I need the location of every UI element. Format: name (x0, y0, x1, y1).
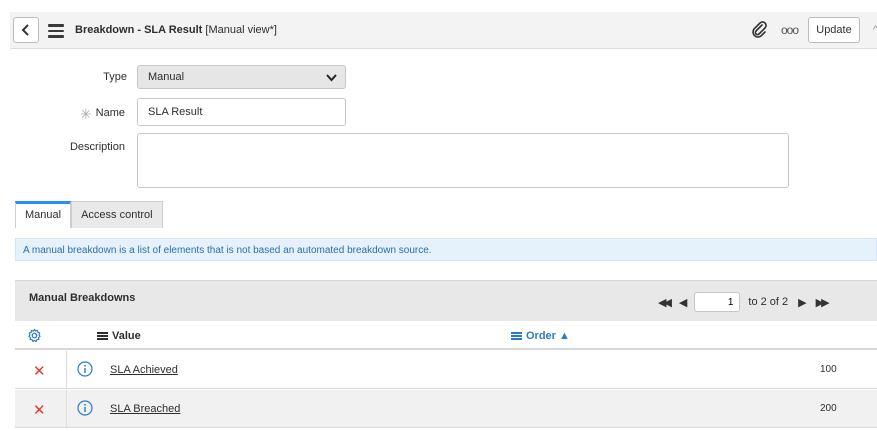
back-button[interactable] (13, 17, 39, 43)
page-number-input[interactable] (694, 292, 741, 312)
column-menu-icon[interactable] (511, 331, 522, 341)
paperclip-icon[interactable] (750, 21, 768, 39)
page-range-text: to 2 of 2 (748, 296, 789, 308)
info-icon[interactable] (77, 400, 93, 416)
value-link[interactable]: SLA Achieved (110, 364, 178, 376)
order-cell: 200 (820, 403, 837, 414)
info-message: A manual breakdown is a list of elements… (15, 238, 877, 261)
gear-icon[interactable] (27, 328, 42, 343)
last-page-icon[interactable]: ▶▶ (816, 296, 830, 309)
more-options-button[interactable]: ooo (781, 23, 799, 37)
related-list-title: Manual Breakdowns (29, 292, 136, 304)
order-cell: 100 (820, 364, 837, 375)
previous-page-icon[interactable]: ◀ (679, 296, 688, 309)
page-title: Breakdown - SLA Result [Manual view*] (75, 24, 277, 36)
column-order-label: Order ▲ (526, 330, 570, 342)
form-header: Breakdown - SLA Result [Manual view*] oo… (10, 12, 877, 49)
next-page-icon[interactable]: ▶ (798, 296, 807, 309)
info-icon[interactable] (77, 361, 93, 377)
chevron-left-icon (21, 24, 29, 36)
column-header-value[interactable]: Value (97, 330, 141, 342)
record-title: Breakdown - SLA Result (75, 24, 203, 36)
view-name: [Manual view*] (202, 24, 277, 36)
pagination: ◀◀ ◀ to 2 of 2 ▶ ▶▶ (658, 292, 837, 312)
chevron-down-icon (326, 74, 337, 82)
form-menu-icon[interactable] (48, 24, 64, 38)
name-field[interactable]: SLA Result (137, 98, 346, 126)
first-page-icon[interactable]: ◀◀ (658, 296, 672, 309)
delete-row-icon[interactable]: ✕ (33, 401, 46, 419)
description-field[interactable] (137, 133, 789, 188)
column-value-label: Value (112, 330, 141, 342)
column-header-order[interactable]: Order ▲ (511, 330, 570, 342)
update-button[interactable]: Update (808, 17, 860, 43)
list-column-headers: Value Order ▲ (15, 322, 877, 350)
table-row: ✕ SLA Breached 200 (15, 390, 877, 428)
value-link[interactable]: SLA Breached (110, 403, 180, 415)
name-label: Name (95, 107, 125, 119)
type-label: Type (103, 71, 127, 83)
caret-up-icon[interactable]: ^ (873, 24, 877, 36)
delete-row-icon[interactable]: ✕ (33, 362, 46, 380)
tab-access-control[interactable]: Access control (71, 201, 163, 228)
table-row: ✕ SLA Achieved 100 (15, 351, 877, 389)
description-label: Description (69, 141, 125, 153)
type-select[interactable]: Manual (137, 65, 346, 89)
related-list-header: Manual Breakdowns ◀◀ ◀ to 2 of 2 ▶ ▶▶ (15, 280, 877, 321)
tab-manual[interactable]: Manual (15, 201, 72, 228)
section-tabs: Manual Access control (15, 201, 163, 228)
type-select-value: Manual (148, 71, 185, 83)
column-menu-icon[interactable] (97, 331, 108, 341)
